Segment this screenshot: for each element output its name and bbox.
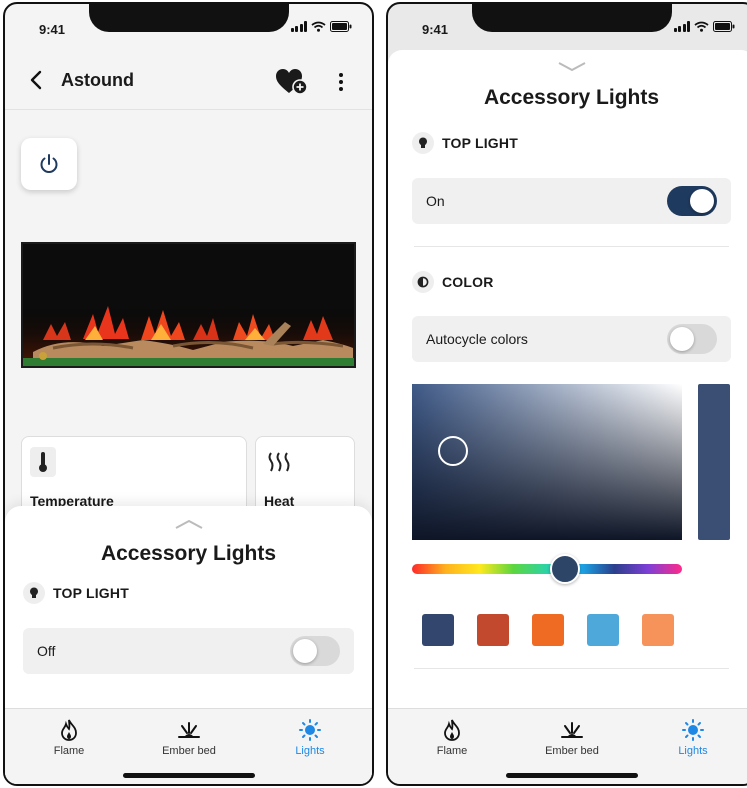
wifi-icon — [311, 21, 326, 32]
section-divider — [414, 668, 729, 669]
selected-color-preview — [698, 384, 730, 540]
battery-icon — [713, 21, 735, 32]
color-saturation-picker[interactable] — [412, 384, 682, 540]
battery-icon — [330, 21, 352, 32]
status-time: 9:41 — [422, 22, 449, 37]
power-button[interactable] — [21, 138, 77, 190]
page-title: Astound — [61, 70, 134, 90]
flame-icon — [61, 719, 77, 741]
bulb-icon — [412, 132, 434, 154]
flame-icon — [444, 719, 460, 741]
heat-waves-icon — [264, 447, 294, 477]
home-indicator[interactable] — [122, 773, 255, 778]
tab-lights-label: Lights — [295, 745, 325, 757]
tab-flame-label: Flame — [436, 745, 468, 757]
notch — [471, 4, 672, 32]
tab-flame-label: Flame — [53, 745, 85, 757]
lights-icon — [682, 719, 704, 741]
top-light-section-header: TOP LIGHT — [412, 132, 518, 154]
color-swatch-peach[interactable] — [642, 614, 674, 646]
tab-bar: Flame Ember bed Lights — [388, 708, 747, 784]
thermometer-icon — [30, 447, 56, 477]
top-light-state-label: Off — [37, 643, 56, 659]
tab-lights-label: Lights — [678, 745, 708, 757]
top-light-state-label: On — [426, 193, 445, 209]
top-light-row: Off — [23, 628, 354, 674]
color-swatch-navy[interactable] — [422, 614, 454, 646]
favorite-add-icon[interactable] — [275, 68, 309, 96]
hue-slider-thumb[interactable] — [550, 554, 580, 584]
section-divider — [414, 246, 729, 247]
top-light-label: TOP LIGHT — [442, 135, 518, 151]
phone-right-screen: 9:41 Accessory Lights TOP LIGHT On COLOR… — [386, 2, 747, 786]
tab-bar: Flame Ember bed Lights — [5, 708, 372, 784]
autocycle-toggle[interactable] — [667, 324, 717, 354]
top-light-toggle[interactable] — [667, 186, 717, 216]
autocycle-row: Autocycle colors — [412, 316, 731, 362]
tab-ember-bed[interactable]: Ember bed — [522, 719, 622, 765]
color-picker-handle[interactable] — [438, 436, 468, 466]
tab-lights[interactable]: Lights — [643, 719, 743, 765]
autocycle-label: Autocycle colors — [426, 331, 528, 347]
top-light-row: On — [412, 178, 731, 224]
signal-icon — [673, 21, 690, 32]
lights-icon — [299, 719, 321, 741]
notch — [88, 4, 289, 32]
more-options-icon[interactable] — [333, 70, 349, 94]
hue-slider[interactable] — [412, 564, 682, 574]
back-button[interactable] — [25, 68, 49, 92]
ember-bed-icon — [561, 722, 583, 738]
tab-ember-bed-label: Ember bed — [545, 745, 599, 757]
wifi-icon — [694, 21, 709, 32]
top-light-section-header: TOP LIGHT — [23, 582, 129, 604]
fireplace-preview-image — [21, 242, 356, 368]
ember-bed-icon — [178, 722, 200, 738]
color-swatch-sky-blue[interactable] — [587, 614, 619, 646]
tab-flame[interactable]: Flame — [19, 719, 119, 765]
color-label: COLOR — [442, 274, 494, 290]
toggle-knob — [690, 189, 714, 213]
tab-ember-bed-label: Ember bed — [162, 745, 216, 757]
tab-ember-bed[interactable]: Ember bed — [139, 719, 239, 765]
power-icon — [40, 154, 58, 173]
phone-left-screen: 9:41 Astound Temperature Heat Accessory … — [3, 2, 374, 786]
sheet-handle-chevron-icon[interactable] — [557, 60, 587, 72]
contrast-icon — [412, 271, 434, 293]
bulb-icon — [23, 582, 45, 604]
status-icons — [290, 21, 353, 32]
accessory-lights-panel: Accessory Lights TOP LIGHT On COLOR Auto… — [388, 50, 747, 708]
tab-flame[interactable]: Flame — [402, 719, 502, 765]
flame-logs-graphic — [23, 304, 354, 366]
panel-title: Accessory Lights — [483, 86, 660, 109]
color-swatch-rust[interactable] — [477, 614, 509, 646]
top-light-toggle[interactable] — [290, 636, 340, 666]
sheet-title: Accessory Lights — [100, 542, 277, 565]
signal-icon — [290, 21, 307, 32]
top-light-label: TOP LIGHT — [53, 585, 129, 601]
status-time: 9:41 — [39, 22, 66, 37]
color-swatch-orange[interactable] — [532, 614, 564, 646]
toggle-knob — [670, 327, 694, 351]
status-icons — [673, 21, 736, 32]
app-header: Astound — [5, 54, 372, 110]
tab-lights[interactable]: Lights — [260, 719, 360, 765]
color-section-header: COLOR — [412, 271, 494, 293]
home-indicator[interactable] — [505, 773, 638, 778]
sheet-handle-chevron-icon[interactable] — [174, 518, 204, 530]
toggle-knob — [293, 639, 317, 663]
